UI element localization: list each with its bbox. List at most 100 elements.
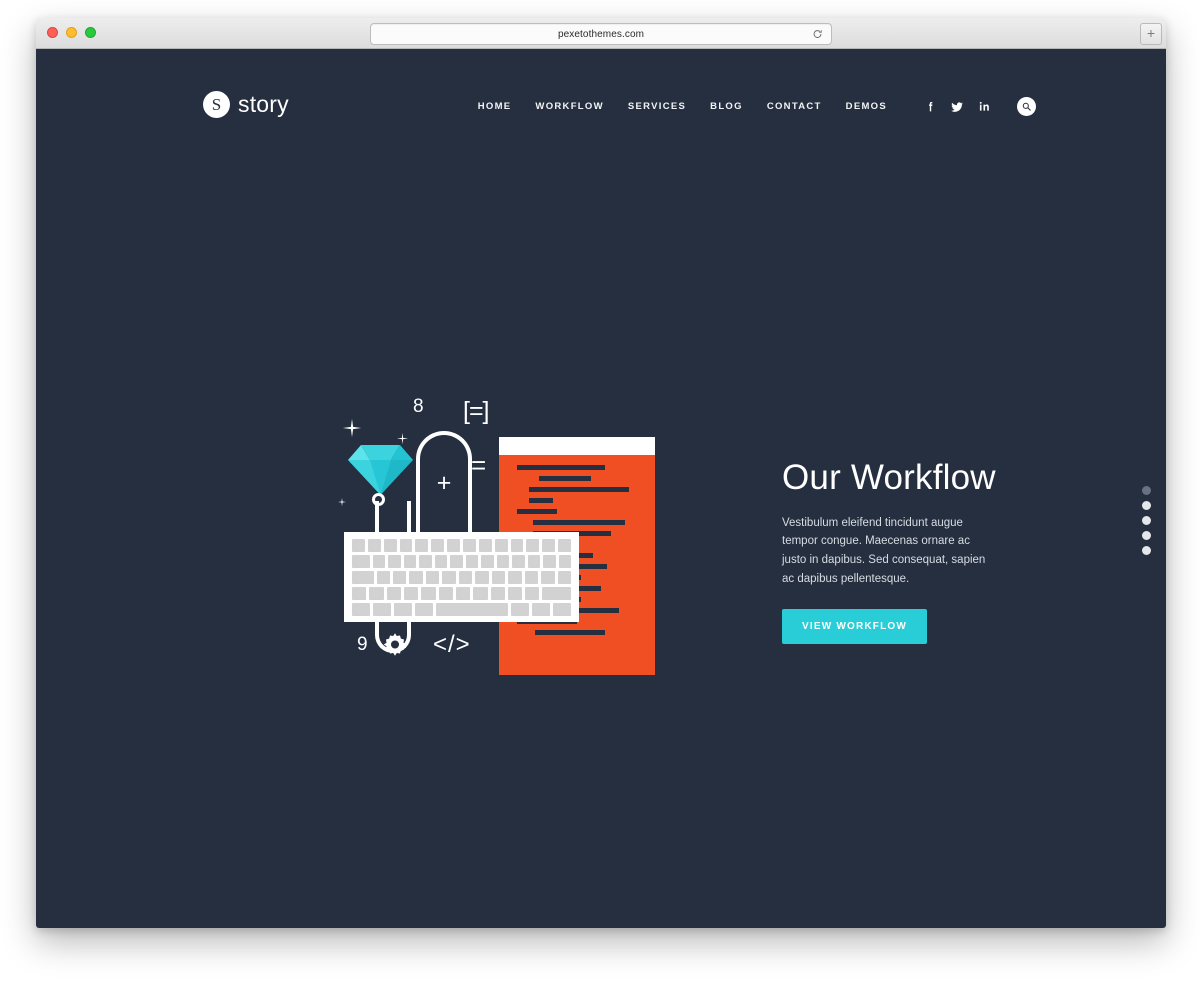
code-line <box>533 520 625 525</box>
keyboard-key <box>436 603 508 616</box>
keyboard-key <box>421 587 436 600</box>
section-dots-nav <box>1142 486 1151 555</box>
site-logo[interactable]: S story <box>203 91 289 118</box>
keyboard-key <box>369 587 384 600</box>
section-dot-2[interactable] <box>1142 501 1151 510</box>
keyboard-key <box>392 571 407 584</box>
code-line <box>535 630 605 635</box>
minimize-window-button[interactable] <box>66 27 77 38</box>
logo-text: story <box>238 91 289 117</box>
browser-window: pexetothemes.com + S story HOME WORKFLOW… <box>36 18 1166 928</box>
sparkle-small-icon <box>336 496 348 508</box>
reload-icon[interactable] <box>812 29 823 40</box>
facebook-icon[interactable] <box>923 100 937 114</box>
maximize-window-button[interactable] <box>85 27 96 38</box>
keyboard-key <box>388 555 401 568</box>
keyboard-key <box>394 603 412 616</box>
workflow-illustration: 8 [=] = + 9 </> <box>301 379 655 689</box>
keyboard-key <box>510 539 524 552</box>
keyboard-key <box>558 539 572 552</box>
keyboard-row <box>352 571 571 584</box>
keyboard-key <box>352 555 370 568</box>
nav-item-services[interactable]: SERVICES <box>628 101 686 112</box>
section-dot-5[interactable] <box>1142 546 1151 555</box>
url-text: pexetothemes.com <box>557 28 645 40</box>
diamond-icon <box>348 443 413 495</box>
keyboard-key <box>352 571 374 584</box>
keyboard-key <box>447 539 461 552</box>
nav-item-workflow[interactable]: WORKFLOW <box>535 101 603 112</box>
keyboard-row <box>352 555 571 568</box>
keyboard-key <box>442 571 456 584</box>
nav-item-demos[interactable]: DEMOS <box>846 101 887 112</box>
keyboard-key <box>553 603 571 616</box>
equals-symbol: = <box>471 450 487 480</box>
keyboard-key <box>415 539 429 552</box>
keyboard-key <box>415 603 433 616</box>
keyboard-key <box>438 587 453 600</box>
screenshot-root: pexetothemes.com + S story HOME WORKFLOW… <box>0 0 1200 981</box>
keyboard-key <box>481 555 494 568</box>
keyboard-key <box>367 539 381 552</box>
keyboard-key <box>542 587 572 600</box>
keyboard-key <box>376 571 390 584</box>
code-tag-symbol: </> <box>433 631 471 658</box>
keyboard-key <box>386 587 401 600</box>
search-icon[interactable] <box>1017 97 1036 116</box>
keyboard-key <box>403 587 419 600</box>
page-title: Our Workflow <box>782 458 996 497</box>
keyboard-key <box>431 539 445 552</box>
close-window-button[interactable] <box>47 27 58 38</box>
keyboard-key <box>511 603 529 616</box>
keyboard-key <box>352 539 365 552</box>
logo-mark-icon: S <box>203 91 230 118</box>
keyboard-row <box>352 539 572 552</box>
keyboard-key <box>475 571 489 584</box>
twitter-icon[interactable] <box>950 100 964 114</box>
keyboard-key <box>425 571 440 584</box>
keyboard-key <box>541 571 555 584</box>
code-line <box>517 509 557 514</box>
keyboard-key <box>434 555 447 568</box>
nav-item-contact[interactable]: CONTACT <box>767 101 822 112</box>
keyboard-key <box>458 571 473 584</box>
main-navigation: HOME WORKFLOW SERVICES BLOG CONTACT DEMO… <box>478 97 1036 116</box>
brackets-symbol: [=] <box>463 397 489 425</box>
nav-item-blog[interactable]: BLOG <box>710 101 743 112</box>
code-line <box>529 487 629 492</box>
keyboard-key <box>473 587 488 600</box>
number-8-label: 8 <box>413 396 424 417</box>
keyboard-key <box>352 587 367 600</box>
section-dot-3[interactable] <box>1142 516 1151 525</box>
keyboard-key <box>352 603 370 616</box>
view-workflow-button[interactable]: VIEW WORKFLOW <box>782 609 928 645</box>
browser-titlebar: pexetothemes.com + <box>36 18 1166 49</box>
keyboard-key <box>542 539 556 552</box>
new-tab-button[interactable]: + <box>1140 23 1162 45</box>
gear-icon <box>381 631 409 659</box>
keyboard-key <box>372 555 385 568</box>
page-viewport: S story HOME WORKFLOW SERVICES BLOG CONT… <box>36 49 1166 928</box>
keyboard-illustration <box>344 532 579 622</box>
hero-copy: Our Workflow Vestibulum eleifend tincidu… <box>782 458 1082 645</box>
keyboard-key <box>373 603 391 616</box>
nav-item-home[interactable]: HOME <box>478 101 512 112</box>
code-line <box>539 476 591 481</box>
address-bar[interactable]: pexetothemes.com <box>370 23 832 45</box>
keyboard-key <box>450 555 463 568</box>
code-line <box>529 498 553 503</box>
keyboard-key <box>490 587 505 600</box>
keyboard-key <box>525 587 540 600</box>
linkedin-icon[interactable] <box>977 100 991 114</box>
section-dot-1[interactable] <box>1142 486 1151 495</box>
keyboard-key <box>496 555 509 568</box>
code-panel-titlebar <box>499 437 655 455</box>
code-line <box>517 465 605 470</box>
social-links <box>923 100 991 114</box>
section-dot-4[interactable] <box>1142 531 1151 540</box>
keyboard-key <box>409 571 423 584</box>
keyboard-key <box>465 555 478 568</box>
keyboard-key <box>403 555 416 568</box>
number-9-label: 9 <box>357 634 368 655</box>
keyboard-key <box>491 571 506 584</box>
